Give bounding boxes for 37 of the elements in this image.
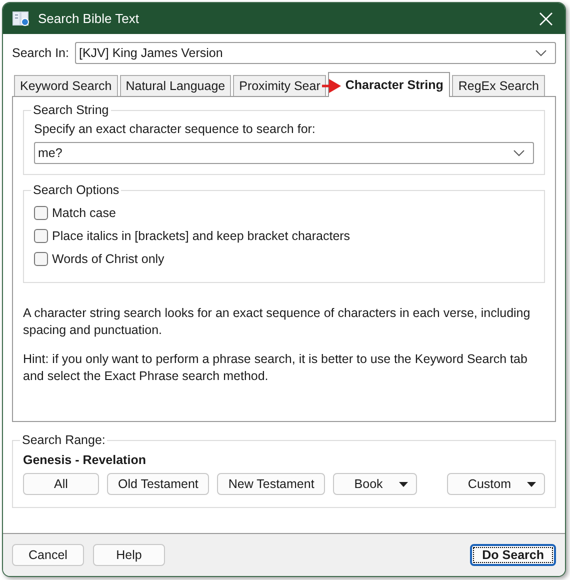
annotation-arrow: [322, 78, 342, 94]
option-label: Words of Christ only: [52, 252, 164, 266]
group-legend: Search Range:: [20, 433, 108, 447]
group-legend: Search String: [31, 103, 111, 117]
dialog-button[interactable]: Do Search: [470, 544, 556, 566]
tab[interactable]: Natural Language: [120, 75, 232, 96]
version-dropdown[interactable]: [KJV] King James Version: [74, 42, 556, 64]
range-button[interactable]: New Testament: [217, 473, 326, 495]
dropdown-arrow-icon: [527, 482, 536, 486]
checkbox[interactable]: [34, 206, 48, 220]
dropdown-arrow-icon: [398, 482, 408, 486]
search-in-label: Search In:: [12, 46, 69, 60]
range-button[interactable]: Old Testament: [107, 473, 210, 495]
tab[interactable]: Character String: [328, 72, 450, 97]
close-icon[interactable]: [539, 12, 553, 26]
group-legend: Search Options: [31, 183, 122, 197]
option-label: Match case: [52, 206, 116, 220]
tab[interactable]: Proximity Sear: [233, 75, 326, 96]
window-title: Search Bible Text: [38, 11, 140, 26]
description-text: A character string search looks for an exact sequence of characters in each verse, including spacing and punctuation.: [23, 305, 532, 339]
search-string-field[interactable]: me?: [34, 142, 534, 164]
prompt-text: Specify an exact character sequence to search for:: [34, 122, 316, 136]
checkbox[interactable]: [34, 228, 48, 242]
book-icon: [12, 10, 30, 26]
range-button[interactable]: Book: [333, 473, 417, 495]
checkbox[interactable]: [34, 252, 48, 266]
chevron-icon: [535, 49, 547, 57]
range-text: Genesis - Revelation: [23, 453, 147, 467]
range-button[interactable]: Custom: [446, 473, 545, 495]
option-label: Place italics in [brackets] and keep bracket characters: [52, 228, 350, 242]
description-text: Hint: if you only want to perform a phrase search, it is better to use the Keyword Search tab and select the Exact Phrase search method.: [23, 351, 528, 385]
tab[interactable]: Keyword Search: [14, 75, 118, 96]
dialog-button[interactable]: Help: [93, 544, 165, 566]
chevron-icon: [513, 149, 525, 157]
tab[interactable]: RegEx Search: [452, 75, 545, 96]
dialog-button[interactable]: Cancel: [12, 544, 84, 566]
range-button[interactable]: All: [23, 473, 99, 495]
